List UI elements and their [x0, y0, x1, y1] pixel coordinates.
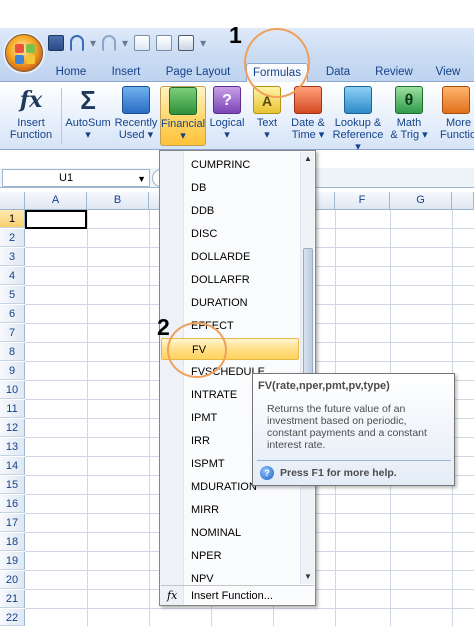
menu-item-db[interactable]: DB	[161, 177, 299, 199]
menu-item-mirr[interactable]: MIRR	[161, 499, 299, 521]
undo-icon[interactable]	[70, 35, 84, 51]
tab-review[interactable]: Review	[370, 63, 418, 82]
fx-icon: fx	[167, 589, 178, 602]
menu-scrollbar[interactable]: ▲ ▼	[300, 152, 314, 584]
row-header[interactable]: 7	[0, 324, 25, 342]
menu-item-cumprinc[interactable]: CUMPRINC	[161, 154, 299, 176]
autosum-button[interactable]: Σ AutoSum ▾	[64, 86, 112, 146]
math-trig-button[interactable]: θ Math & Trig ▾	[388, 86, 430, 146]
office-button[interactable]	[5, 34, 43, 72]
tab-home[interactable]: Home	[52, 63, 90, 82]
ribbon-function-library: fx Insert Function Σ AutoSum ▾ Recently …	[0, 82, 474, 153]
date-time-button[interactable]: Date & Time ▾	[286, 86, 330, 146]
row-header[interactable]: 2	[0, 229, 25, 247]
row-header[interactable]: 6	[0, 305, 25, 323]
column-header-f[interactable]: F	[335, 192, 390, 210]
magnifier-book-icon	[344, 86, 372, 114]
column-header-a[interactable]: A	[25, 192, 87, 210]
more-book-icon	[442, 86, 470, 114]
row-header[interactable]: 11	[0, 400, 25, 418]
recently-used-button[interactable]: Recently Used ▾	[113, 86, 159, 146]
grid-line	[25, 608, 474, 609]
select-all-corner[interactable]	[0, 192, 25, 210]
annotation-step-1: 1	[229, 22, 242, 48]
tooltip-divider	[257, 460, 451, 461]
active-cell-a1[interactable]	[25, 210, 87, 229]
row-header[interactable]: 13	[0, 438, 25, 456]
row-header[interactable]: 15	[0, 476, 25, 494]
quick-access-toolbar: ▾ ▾ ▾	[48, 34, 206, 52]
undo-dropdown-icon[interactable]: ▾	[90, 36, 96, 50]
menu-item-nper[interactable]: NPER	[161, 545, 299, 567]
chevron-down-icon[interactable]: ▼	[137, 171, 146, 187]
menu-item-ddb[interactable]: DDB	[161, 200, 299, 222]
row-header[interactable]: 21	[0, 590, 25, 608]
column-header-b[interactable]: B	[87, 192, 149, 210]
row-header[interactable]: 5	[0, 286, 25, 304]
menu-item-duration[interactable]: DURATION	[161, 292, 299, 314]
column-header-g[interactable]: G	[390, 192, 452, 210]
financial-button[interactable]: Financial ▾	[160, 86, 206, 146]
save-icon[interactable]	[48, 35, 64, 51]
logical-button[interactable]: ? Logical ▾	[207, 86, 247, 146]
menu-item-dollarde[interactable]: DOLLARDE	[161, 246, 299, 268]
redo-icon[interactable]	[102, 35, 117, 51]
calendar-book-icon	[294, 86, 322, 114]
redo-dropdown-icon[interactable]: ▾	[122, 36, 128, 50]
menu-item-disc[interactable]: DISC	[161, 223, 299, 245]
row-header[interactable]: 16	[0, 495, 25, 513]
tooltip-help-text: Press F1 for more help.	[280, 467, 397, 479]
edit-chart-icon[interactable]	[134, 35, 151, 51]
office-logo-icon	[15, 44, 35, 64]
name-box[interactable]: U1 ▼	[2, 169, 150, 187]
row-header[interactable]: 1	[0, 210, 25, 228]
row-header[interactable]: 14	[0, 457, 25, 475]
annotation-step-2: 2	[157, 314, 170, 340]
row-header[interactable]: 17	[0, 514, 25, 532]
function-tooltip: FV(rate,nper,pmt,pv,type) Returns the fu…	[252, 373, 455, 486]
tooltip-title: FV(rate,nper,pmt,pv,type)	[258, 380, 390, 392]
star-book-icon	[122, 86, 150, 114]
camera-icon[interactable]	[178, 35, 195, 51]
tooltip-description: Returns the future value of an investmen…	[267, 403, 427, 451]
tab-data[interactable]: Data	[320, 63, 356, 82]
copy-icon[interactable]	[156, 35, 173, 51]
row-header[interactable]: 12	[0, 419, 25, 437]
column-header-h[interactable]	[452, 192, 474, 210]
menu-item-dollarfr[interactable]: DOLLARFR	[161, 269, 299, 291]
scroll-down-icon[interactable]: ▼	[304, 572, 312, 581]
row-header[interactable]: 9	[0, 362, 25, 380]
menu-item-nominal[interactable]: NOMINAL	[161, 522, 299, 544]
scroll-up-icon[interactable]: ▲	[304, 154, 312, 163]
question-book-icon: ?	[213, 86, 241, 114]
menu-divider	[161, 585, 314, 586]
sigma-icon: Σ	[80, 85, 96, 115]
row-header[interactable]: 10	[0, 381, 25, 399]
theta-book-icon: θ	[395, 86, 423, 114]
financial-book-icon	[169, 87, 197, 115]
more-functions-button[interactable]: More Functions	[432, 86, 474, 146]
annotation-circle-2	[167, 322, 227, 378]
ribbon-separator	[61, 88, 62, 144]
fx-icon: fx	[19, 87, 43, 113]
lookup-reference-button[interactable]: Lookup & Reference ▾	[330, 86, 386, 153]
ribbon-tab-bar: Home Insert Page Layout Formulas Data Re…	[0, 58, 474, 82]
row-header[interactable]: 18	[0, 533, 25, 551]
row-header[interactable]: 8	[0, 343, 25, 361]
insert-function-button[interactable]: fx Insert Function	[4, 86, 58, 146]
row-header[interactable]: 4	[0, 267, 25, 285]
annotation-circle-1	[244, 28, 310, 98]
tab-view[interactable]: View	[430, 63, 466, 82]
tab-page-layout[interactable]: Page Layout	[162, 63, 234, 82]
customize-toolbar-icon[interactable]: ▾	[200, 36, 206, 50]
row-header[interactable]: 20	[0, 571, 25, 589]
row-header[interactable]: 3	[0, 248, 25, 266]
tab-insert[interactable]: Insert	[104, 63, 148, 82]
row-header[interactable]: 19	[0, 552, 25, 570]
insert-function-menu-item[interactable]: fx Insert Function...	[161, 587, 314, 605]
row-header[interactable]: 22	[0, 609, 25, 626]
help-icon: ?	[260, 466, 274, 480]
